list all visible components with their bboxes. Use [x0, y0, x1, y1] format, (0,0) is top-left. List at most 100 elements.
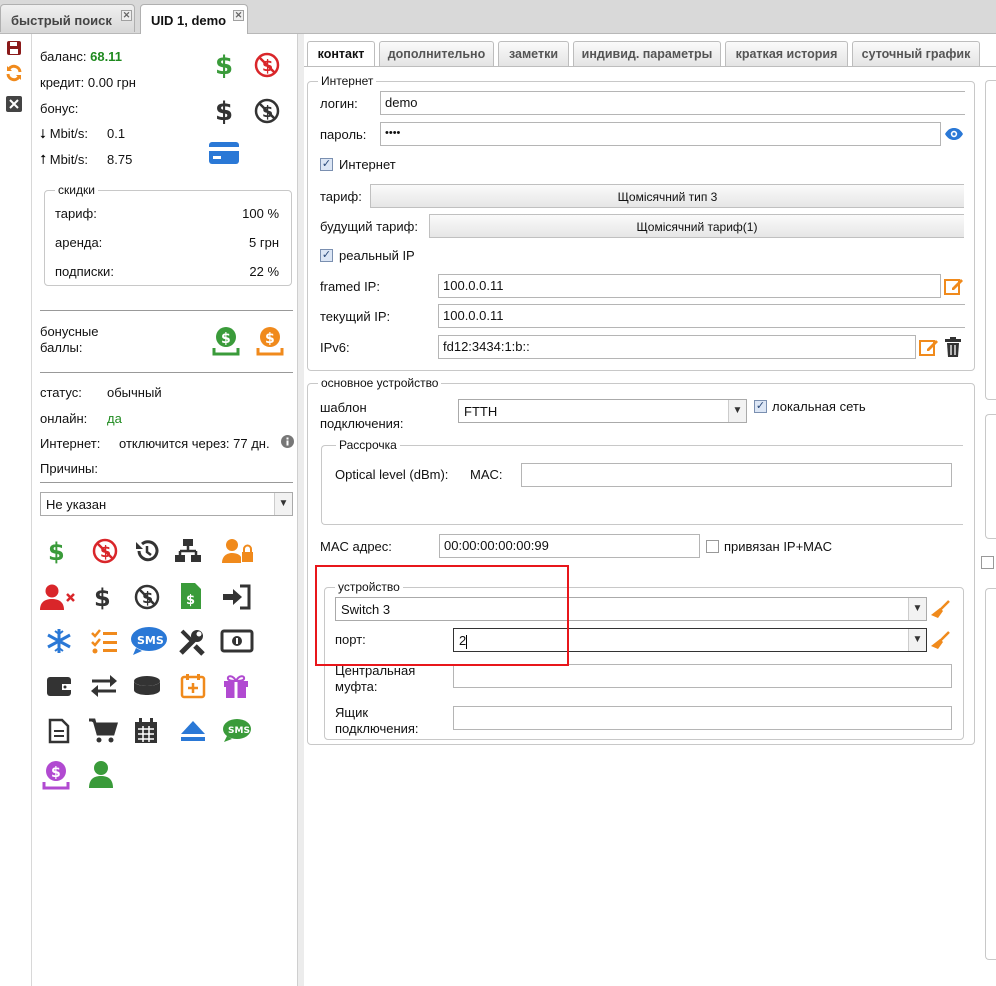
svg-text:$: $: [48, 538, 65, 564]
exchange-icon[interactable]: [90, 674, 118, 698]
login-label: логин:: [320, 96, 358, 111]
bonus-points-label-2: баллы:: [40, 340, 83, 355]
user-green-icon[interactable]: [88, 760, 114, 788]
document-icon[interactable]: [48, 718, 70, 744]
current-ip-label: текущий IP:: [320, 309, 391, 324]
tab-divider: [304, 66, 996, 67]
tools-icon[interactable]: [178, 628, 206, 656]
sms-icon[interactable]: SMS: [130, 626, 168, 656]
bonus-add-green-icon[interactable]: $: [212, 326, 240, 356]
dollar-dark-icon[interactable]: $: [92, 584, 114, 610]
eye-icon[interactable]: [944, 127, 964, 141]
upload-label: Mbit/s:: [49, 152, 89, 167]
tab-quick-search-label: быстрый поиск: [11, 13, 112, 28]
broom-icon[interactable]: [930, 600, 950, 620]
current-ip-input[interactable]: 100.0.0.11: [438, 304, 965, 328]
snowflake-icon[interactable]: [46, 628, 72, 654]
svg-text:$: $: [215, 51, 233, 78]
close-icon[interactable]: ✕: [121, 10, 132, 21]
panel-splitter[interactable]: [298, 34, 304, 986]
close-icon[interactable]: ✕: [233, 10, 244, 21]
right-checkbox[interactable]: [981, 556, 994, 569]
tariff-button[interactable]: Щомісячний тип 3: [370, 184, 964, 208]
invoice-dollar-icon[interactable]: $: [180, 582, 202, 610]
ipv6-label: IPv6:: [320, 340, 350, 355]
user-lock-icon[interactable]: [222, 538, 254, 564]
dollar-cancel-dark-icon[interactable]: $: [134, 584, 160, 610]
tab-notes[interactable]: заметки: [498, 41, 569, 66]
trash-icon[interactable]: [944, 337, 962, 357]
real-ip-checkbox[interactable]: ✓: [320, 249, 333, 262]
tariff-label: тариф:: [320, 189, 362, 204]
dollar-cancel-dark-icon[interactable]: $: [254, 98, 280, 124]
tab-daily-chart[interactable]: суточный график: [852, 41, 980, 66]
box-input[interactable]: [453, 706, 952, 730]
eject-icon[interactable]: [180, 720, 206, 742]
login-input[interactable]: demo: [380, 91, 965, 115]
password-input[interactable]: ••••: [380, 122, 941, 146]
box-label-1: Ящик: [335, 705, 369, 720]
template-select[interactable]: FTTH ▼: [458, 399, 747, 423]
mac-address-input[interactable]: 00:00:00:00:00:99: [439, 534, 700, 558]
broom-icon[interactable]: [930, 631, 950, 651]
network-icon[interactable]: [174, 538, 202, 564]
history-icon[interactable]: [134, 538, 160, 564]
bonus-remove-orange-icon[interactable]: $: [256, 326, 284, 356]
framed-ip-input[interactable]: 100.0.0.11: [438, 274, 941, 298]
svg-text:$: $: [215, 97, 233, 124]
ipv6-input[interactable]: fd12:3434:1:b::: [438, 335, 916, 359]
svg-text:$: $: [51, 765, 61, 781]
save-icon[interactable]: [6, 40, 22, 56]
mac-label: MAC:: [470, 467, 503, 482]
local-net-checkbox[interactable]: ✓: [754, 400, 767, 413]
tab-contact[interactable]: контакт: [307, 41, 375, 67]
download-label: Mbit/s:: [49, 126, 89, 141]
tab-uid[interactable]: UID 1, demo ✕: [140, 4, 248, 34]
dollar-cancel-red-icon[interactable]: $: [92, 538, 118, 564]
dollar-dark-icon[interactable]: $: [212, 96, 236, 124]
refresh-icon[interactable]: [5, 64, 23, 82]
bonus-purple-icon[interactable]: $: [42, 760, 70, 790]
credit-card-icon[interactable]: [208, 140, 240, 166]
sign-in-icon[interactable]: [222, 584, 252, 610]
installment-legend: Рассрочка: [336, 438, 400, 452]
edit-icon[interactable]: [944, 276, 964, 296]
download-value: 0.1: [107, 126, 126, 141]
close-icon[interactable]: [6, 96, 22, 112]
edit-icon[interactable]: [919, 337, 939, 357]
money-bill-icon[interactable]: [220, 629, 254, 653]
dollar-green-icon[interactable]: $: [46, 538, 68, 564]
internet-checkbox[interactable]: ✓: [320, 158, 333, 171]
reason-select[interactable]: Не указан ▼: [40, 492, 293, 516]
calendar-plus-icon[interactable]: [180, 673, 206, 699]
tab-individual-params[interactable]: индивид. параметры: [573, 41, 721, 66]
cart-icon[interactable]: [88, 718, 118, 744]
tab-additional[interactable]: дополнительно: [379, 41, 494, 66]
tab-short-history[interactable]: краткая история: [725, 41, 848, 66]
gift-icon[interactable]: [222, 673, 250, 699]
right-panel-clipped: [985, 588, 996, 960]
sms-green-icon[interactable]: SMS: [222, 718, 252, 744]
wallet-icon[interactable]: [46, 674, 72, 698]
template-select-value: FTTH: [464, 404, 498, 419]
tab-uid-label: UID 1, demo: [151, 13, 227, 28]
mufta-input[interactable]: [453, 664, 952, 688]
user-remove-icon[interactable]: [40, 584, 76, 610]
future-tariff-button[interactable]: Щомісячний тариф(1): [429, 214, 964, 238]
bound-ip-mac-checkbox[interactable]: [706, 540, 719, 553]
arrow-down-icon: ⭣: [40, 126, 47, 141]
tab-quick-search[interactable]: быстрый поиск ✕: [0, 4, 135, 32]
calendar-icon[interactable]: [134, 718, 158, 744]
coins-icon[interactable]: [132, 674, 162, 698]
dollar-cancel-red-icon[interactable]: $: [254, 52, 280, 78]
info-icon[interactable]: [281, 435, 294, 448]
main-device-legend: основное устройство: [318, 376, 442, 390]
task-list-icon[interactable]: [90, 628, 118, 654]
online-label: онлайн:: [40, 411, 88, 426]
internet-value: отключится через: 77 дн.: [119, 436, 270, 451]
dollar-green-icon[interactable]: $: [212, 50, 236, 78]
internet-label: Интернет:: [40, 436, 101, 451]
mac-input[interactable]: [521, 463, 952, 487]
discount-unit: %: [267, 206, 279, 221]
chevron-down-icon: ▼: [908, 629, 926, 651]
